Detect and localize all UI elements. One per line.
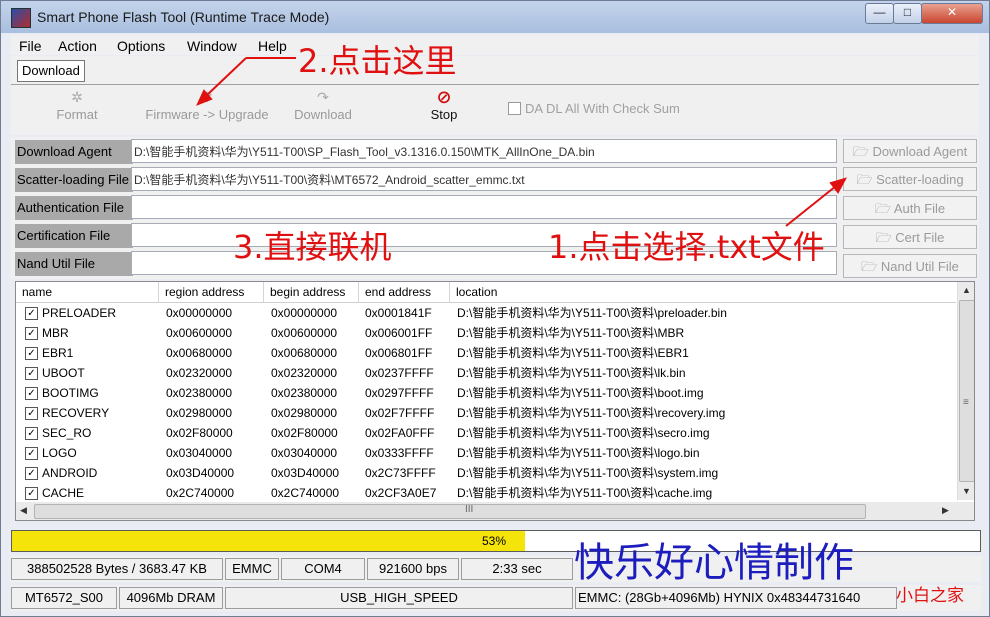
annotation-step1: 1.点击选择.txt文件 (548, 228, 825, 266)
annotation-step2: 2.点击这里 (298, 42, 457, 80)
annotation-arrows (196, 57, 848, 227)
arrow-2-line (205, 57, 247, 97)
arrow-1-line (785, 185, 837, 227)
arrow-1-head (829, 177, 848, 194)
annotation-step3: 3.直接联机 (233, 228, 392, 266)
watermark-text: 快乐好心情制作 (574, 540, 854, 586)
site-watermark: 小白之家 (896, 586, 964, 606)
